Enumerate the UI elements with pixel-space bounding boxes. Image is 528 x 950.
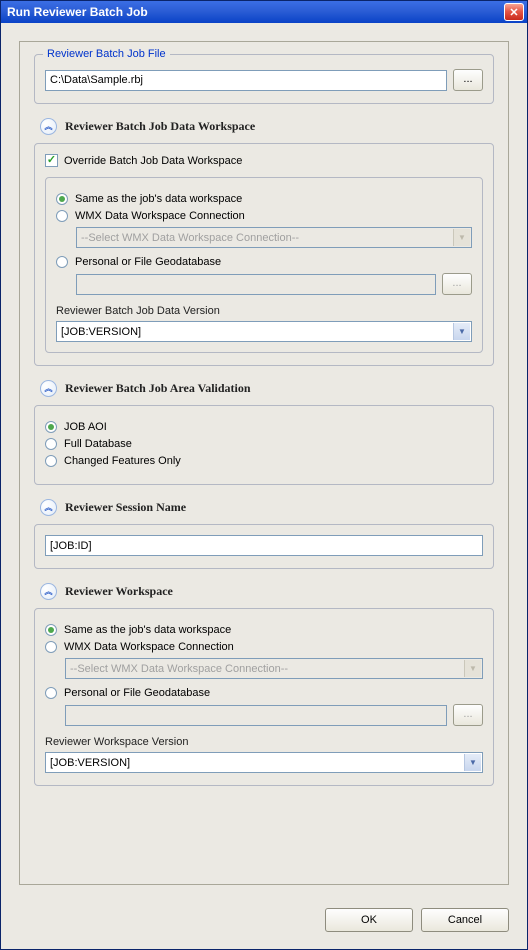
chevron-down-icon: ▼ <box>453 323 470 340</box>
chevron-down-icon: ▼ <box>453 229 470 246</box>
batch-file-legend: Reviewer Batch Job File <box>43 48 170 60</box>
data-version-label: Reviewer Batch Job Data Version <box>56 305 472 317</box>
data-workspace-options: Same as the job's data workspace WMX Dat… <box>45 177 483 353</box>
session-name-group <box>34 524 494 569</box>
radio-personal[interactable] <box>56 256 68 268</box>
close-icon: ✕ <box>509 6 518 19</box>
cancel-button[interactable]: Cancel <box>421 908 509 932</box>
session-name-title: Reviewer Session Name <box>65 500 186 515</box>
wmx-select-placeholder: --Select WMX Data Workspace Connection-- <box>81 232 299 244</box>
data-version-value: [JOB:VERSION] <box>61 326 141 338</box>
override-checkbox[interactable]: ✓ <box>45 154 58 167</box>
radio-full-db[interactable] <box>45 438 57 450</box>
radio-job-aoi-label: JOB AOI <box>64 421 107 433</box>
reviewer-workspace-group: Same as the job's data workspace WMX Dat… <box>34 608 494 786</box>
collapse-icon[interactable]: ︽ <box>40 380 57 397</box>
window-title: Run Reviewer Batch Job <box>7 5 504 19</box>
area-validation-heading: ︽ Reviewer Batch Job Area Validation <box>40 380 494 397</box>
chevron-down-icon: ▼ <box>464 660 481 677</box>
reviewer-workspace-title: Reviewer Workspace <box>65 584 173 599</box>
rw-radio-same[interactable] <box>45 624 57 636</box>
radio-personal-row[interactable]: Personal or File Geodatabase <box>56 256 472 268</box>
title-bar: Run Reviewer Batch Job ✕ <box>1 1 527 23</box>
radio-same[interactable] <box>56 193 68 205</box>
rw-version-select[interactable]: [JOB:VERSION] ▼ <box>45 752 483 773</box>
area-validation-title: Reviewer Batch Job Area Validation <box>65 381 251 396</box>
rw-version-label: Reviewer Workspace Version <box>45 736 483 748</box>
batch-file-browse-button[interactable]: ... <box>453 69 483 91</box>
rw-radio-personal[interactable] <box>45 687 57 699</box>
rw-radio-personal-label: Personal or File Geodatabase <box>64 687 210 699</box>
radio-full-db-label: Full Database <box>64 438 132 450</box>
rw-personal-gdb-browse-button: ... <box>453 704 483 726</box>
chevron-down-icon: ▼ <box>464 754 481 771</box>
radio-changed-label: Changed Features Only <box>64 455 181 467</box>
rw-radio-personal-row[interactable]: Personal or File Geodatabase <box>45 687 483 699</box>
area-validation-group: JOB AOI Full Database Changed Features O… <box>34 405 494 485</box>
ok-button[interactable]: OK <box>325 908 413 932</box>
rw-version-value: [JOB:VERSION] <box>50 757 130 769</box>
main-panel: Reviewer Batch Job File ... ︽ Reviewer B… <box>19 41 509 885</box>
reviewer-workspace-heading: ︽ Reviewer Workspace <box>40 583 494 600</box>
session-name-input[interactable] <box>45 535 483 556</box>
radio-wmx[interactable] <box>56 210 68 222</box>
override-checkbox-row[interactable]: ✓ Override Batch Job Data Workspace <box>45 154 483 167</box>
dialog-window: Run Reviewer Batch Job ✕ Reviewer Batch … <box>0 0 528 950</box>
data-workspace-title: Reviewer Batch Job Data Workspace <box>65 119 255 134</box>
radio-wmx-row[interactable]: WMX Data Workspace Connection <box>56 210 472 222</box>
radio-changed-row[interactable]: Changed Features Only <box>45 455 483 467</box>
rw-radio-same-row[interactable]: Same as the job's data workspace <box>45 624 483 636</box>
close-button[interactable]: ✕ <box>504 3 524 21</box>
collapse-icon[interactable]: ︽ <box>40 118 57 135</box>
radio-changed[interactable] <box>45 455 57 467</box>
batch-file-path-input[interactable] <box>45 70 447 91</box>
data-workspace-heading: ︽ Reviewer Batch Job Data Workspace <box>40 118 494 135</box>
radio-job-aoi-row[interactable]: JOB AOI <box>45 421 483 433</box>
batch-file-group: Reviewer Batch Job File ... <box>34 54 494 104</box>
radio-job-aoi[interactable] <box>45 421 57 433</box>
collapse-icon[interactable]: ︽ <box>40 499 57 516</box>
data-version-select[interactable]: [JOB:VERSION] ▼ <box>56 321 472 342</box>
rw-personal-gdb-path <box>65 705 447 726</box>
collapse-icon[interactable]: ︽ <box>40 583 57 600</box>
rw-wmx-select-placeholder: --Select WMX Data Workspace Connection-- <box>70 663 288 675</box>
radio-personal-label: Personal or File Geodatabase <box>75 256 221 268</box>
data-workspace-group: ✓ Override Batch Job Data Workspace Same… <box>34 143 494 366</box>
personal-gdb-path <box>76 274 436 295</box>
personal-gdb-browse-button: ... <box>442 273 472 295</box>
override-label: Override Batch Job Data Workspace <box>64 155 242 167</box>
radio-wmx-label: WMX Data Workspace Connection <box>75 210 245 222</box>
rw-radio-wmx[interactable] <box>45 641 57 653</box>
wmx-connection-select: --Select WMX Data Workspace Connection--… <box>76 227 472 248</box>
rw-radio-wmx-label: WMX Data Workspace Connection <box>64 641 234 653</box>
rw-wmx-connection-select: --Select WMX Data Workspace Connection--… <box>65 658 483 679</box>
content-area: Reviewer Batch Job File ... ︽ Reviewer B… <box>1 23 527 903</box>
dialog-footer: OK Cancel <box>1 903 527 949</box>
radio-same-row[interactable]: Same as the job's data workspace <box>56 193 472 205</box>
session-name-heading: ︽ Reviewer Session Name <box>40 499 494 516</box>
rw-radio-same-label: Same as the job's data workspace <box>64 624 231 636</box>
radio-full-db-row[interactable]: Full Database <box>45 438 483 450</box>
rw-radio-wmx-row[interactable]: WMX Data Workspace Connection <box>45 641 483 653</box>
radio-same-label: Same as the job's data workspace <box>75 193 242 205</box>
